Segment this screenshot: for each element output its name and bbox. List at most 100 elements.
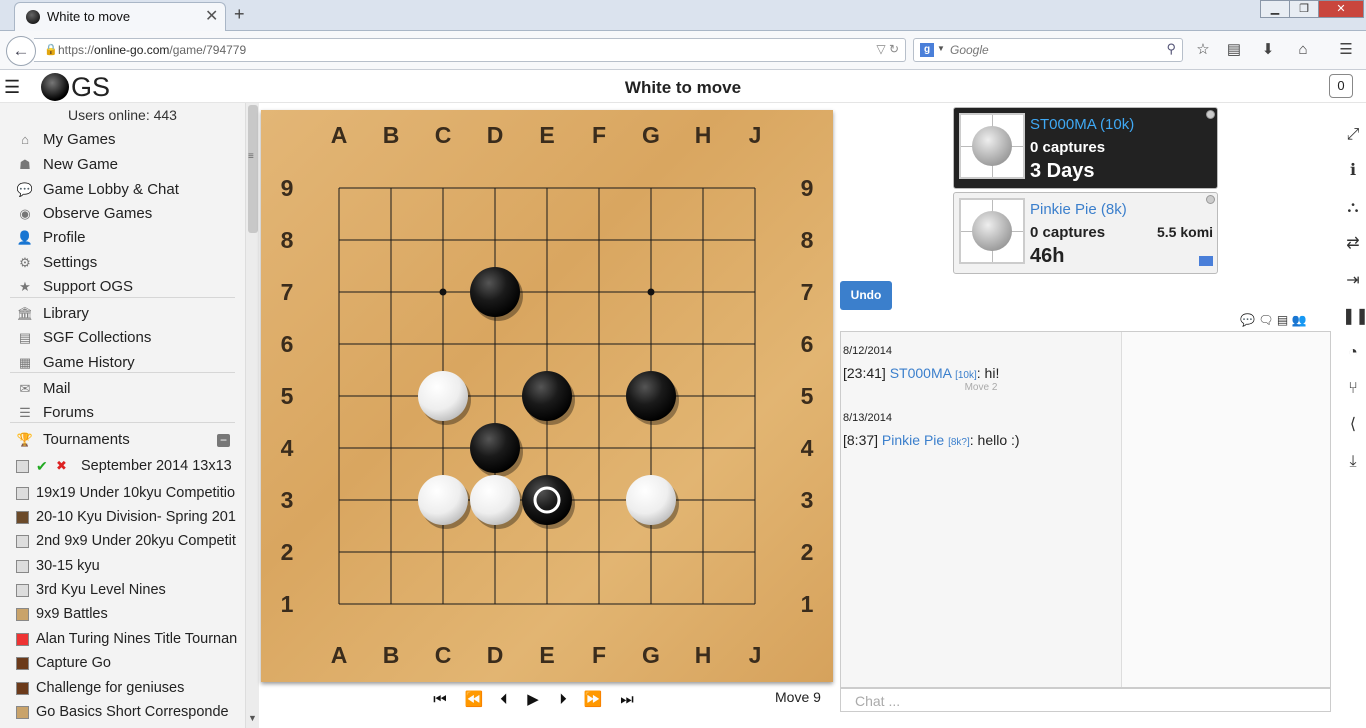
scroll-down-arrow-icon[interactable]: ▼ bbox=[248, 713, 257, 723]
play-button[interactable]: ▶ bbox=[521, 688, 545, 712]
tournament-icon bbox=[16, 584, 29, 597]
board-column-label: G bbox=[642, 642, 660, 668]
tournament-item[interactable]: Go Basics Short Corresponde bbox=[10, 700, 245, 724]
back-button[interactable]: ← bbox=[6, 36, 36, 66]
sidebar-item-sgf-collections[interactable]: ▤ SGF Collections bbox=[10, 326, 235, 350]
tab-close-icon[interactable]: ✕ bbox=[205, 6, 218, 26]
sidebar-item-my-games[interactable]: ⌂ My Games bbox=[10, 128, 235, 152]
accept-check-icon[interactable]: ✔ bbox=[36, 454, 48, 478]
move-controls: ⏮ ⏪ ⏴ ▶ ⏵ ⏩ ⏭ bbox=[428, 688, 648, 712]
white-player-avatar[interactable] bbox=[959, 198, 1025, 264]
tree-icon[interactable]: ⛬ bbox=[1342, 197, 1364, 219]
undo-button[interactable]: Undo bbox=[840, 281, 892, 310]
sidebar-item-support-ogs[interactable]: ★ Support OGS bbox=[10, 275, 235, 299]
share-icon[interactable]: ⟨ bbox=[1342, 414, 1364, 436]
fork-icon[interactable]: ⑂ bbox=[1342, 378, 1364, 400]
url-bar[interactable]: 🔒 https://online-go.com/game/794779 ▽ ↻ bbox=[34, 38, 906, 62]
home-icon[interactable]: ⌂ bbox=[1290, 38, 1316, 62]
collapse-tournaments-icon[interactable]: − bbox=[217, 434, 230, 447]
sidebar-separator bbox=[10, 297, 235, 298]
black-player-name[interactable]: ST000MA (10k) bbox=[1030, 116, 1134, 133]
swap-icon[interactable]: ⇄ bbox=[1342, 233, 1364, 255]
chat-message: [8:37] Pinkie Pie [8k?]: hello :) bbox=[843, 432, 1020, 448]
previous-move-button[interactable]: ⏴ bbox=[492, 688, 516, 712]
chat-input[interactable]: Chat ... bbox=[840, 688, 1331, 712]
white-stone[interactable] bbox=[626, 475, 676, 525]
sidebar-item-settings[interactable]: ⚙ Settings bbox=[10, 251, 235, 275]
sidebar-scrollbar[interactable]: ≡ ▼ bbox=[245, 103, 259, 728]
pause-icon[interactable]: ❚❚ bbox=[1342, 306, 1366, 328]
tournament-item[interactable]: 2nd 9x9 Under 20kyu Competit bbox=[10, 529, 245, 553]
tournament-item[interactable]: 19x19 Under 10kyu Competitio bbox=[10, 481, 245, 505]
go-board-svg[interactable]: A A B B C C D D E E F F G G H H J J 9 9 8 8 7 7 6 6 5 5 4 4 3 3 2 2 1 1 bbox=[261, 110, 833, 682]
tournament-item[interactable]: 30-15 kyu bbox=[10, 554, 245, 578]
move-marker: Move 2 bbox=[964, 382, 998, 393]
black-player-clock: 3 Days bbox=[1030, 160, 1095, 182]
chat-user-list: ↓⁹ bbox=[1122, 332, 1330, 687]
go-board[interactable]: A A B B C C D D E E F F G G H H J J 9 9 8 8 7 7 6 6 5 5 4 4 3 3 2 2 1 1 bbox=[261, 110, 833, 682]
download-icon[interactable]: ⬇ bbox=[1255, 38, 1281, 62]
exit-icon[interactable]: ⇥ bbox=[1342, 270, 1364, 292]
board-row-label: 2 bbox=[801, 539, 814, 565]
reload-icon[interactable]: ▽ ↻ bbox=[876, 42, 899, 56]
sidebar-item-library[interactable]: 🏛 Library bbox=[10, 302, 235, 326]
sidebar-item-observe-games[interactable]: ◉ Observe Games bbox=[10, 202, 235, 226]
new-tab-button[interactable]: + bbox=[234, 4, 245, 25]
dashboard-icon[interactable]: ◔ bbox=[1342, 342, 1364, 364]
tournament-item[interactable]: Challenge for geniuses bbox=[10, 676, 245, 700]
next-move-button[interactable]: ⏵ bbox=[551, 688, 575, 712]
bookmark-star-icon[interactable]: ☆ bbox=[1190, 38, 1216, 62]
info-icon[interactable]: ℹ bbox=[1342, 160, 1364, 182]
sidebar-item-new-game[interactable]: ☗ New Game bbox=[10, 153, 235, 177]
black-player-captures: 0 captures bbox=[1030, 139, 1106, 156]
black-stone[interactable] bbox=[626, 371, 676, 421]
fullscreen-icon[interactable]: ⤢ bbox=[1342, 124, 1364, 146]
notification-count-button[interactable]: 0 bbox=[1329, 74, 1353, 98]
back-ten-button[interactable]: ⏪ bbox=[462, 688, 486, 712]
tournament-item[interactable]: ✔ ✖ September 2014 13x13 bbox=[10, 454, 245, 478]
minimize-button[interactable]: ▁ bbox=[1260, 0, 1290, 18]
tournament-item[interactable]: 3rd Kyu Level Nines bbox=[10, 578, 245, 602]
sidebar-item-profile[interactable]: 👤 Profile bbox=[10, 226, 235, 250]
reading-list-icon[interactable]: ▤ bbox=[1221, 38, 1247, 62]
window-close-button[interactable]: ✕ bbox=[1318, 0, 1364, 18]
black-stone[interactable] bbox=[470, 423, 520, 473]
tournament-item[interactable]: 20-10 Kyu Division- Spring 201 bbox=[10, 505, 245, 529]
google-icon[interactable]: g bbox=[920, 43, 934, 57]
white-stone[interactable] bbox=[418, 371, 468, 421]
last-move-button[interactable]: ⏭ bbox=[615, 688, 639, 712]
board-row-label: 9 bbox=[281, 175, 294, 201]
tournament-item[interactable]: Capture Go bbox=[10, 651, 245, 675]
tournament-item[interactable]: Alan Turing Nines Title Tournan bbox=[10, 627, 245, 651]
white-stone[interactable] bbox=[470, 475, 520, 525]
star-icon: ★ bbox=[19, 279, 31, 294]
chat-bubbles-icon: 💬 bbox=[16, 182, 34, 197]
white-player-name[interactable]: Pinkie Pie (8k) bbox=[1030, 201, 1127, 218]
search-go-icon[interactable]: ⚲ bbox=[1166, 41, 1176, 57]
black-player-avatar[interactable] bbox=[959, 113, 1025, 179]
browser-menu-icon[interactable]: ☰ bbox=[1333, 38, 1359, 62]
chat-user[interactable]: ST000MA bbox=[890, 365, 951, 381]
board-column-label: J bbox=[749, 122, 762, 148]
black-player-card: ST000MA (10k) 0 captures 3 Days bbox=[953, 107, 1218, 189]
sidebar-item-game-lobby-chat[interactable]: 💬 Game Lobby & Chat bbox=[10, 178, 235, 202]
sidebar-item-tournaments[interactable]: 🏆 Tournaments − bbox=[10, 428, 235, 452]
black-stone[interactable] bbox=[522, 371, 572, 421]
scrollbar-thumb[interactable] bbox=[248, 105, 258, 233]
sidebar-item-mail[interactable]: ✉ Mail bbox=[10, 377, 235, 401]
tournament-item[interactable]: 9x9 Battles bbox=[10, 602, 245, 626]
download-sgf-icon[interactable]: ⤓ bbox=[1342, 451, 1364, 473]
white-stone[interactable] bbox=[418, 475, 468, 525]
browser-tab[interactable]: White to move ✕ bbox=[14, 2, 226, 31]
black-stone[interactable] bbox=[522, 475, 572, 525]
chat-tab-icons[interactable]: 💬 🗨 ▤ 👥 bbox=[1240, 313, 1330, 329]
first-move-button[interactable]: ⏮ bbox=[428, 688, 452, 712]
tournament-label: Capture Go bbox=[36, 655, 111, 671]
forward-ten-button[interactable]: ⏩ bbox=[581, 688, 605, 712]
engine-dropdown-icon[interactable]: ▼ bbox=[937, 44, 945, 53]
maximize-button[interactable]: ❐ bbox=[1289, 0, 1319, 18]
chat-user[interactable]: Pinkie Pie bbox=[882, 432, 944, 448]
search-bar[interactable]: g ▼ Google ⚲ bbox=[913, 38, 1183, 62]
decline-cross-icon[interactable]: ✖ bbox=[56, 454, 67, 478]
black-stone[interactable] bbox=[470, 267, 520, 317]
